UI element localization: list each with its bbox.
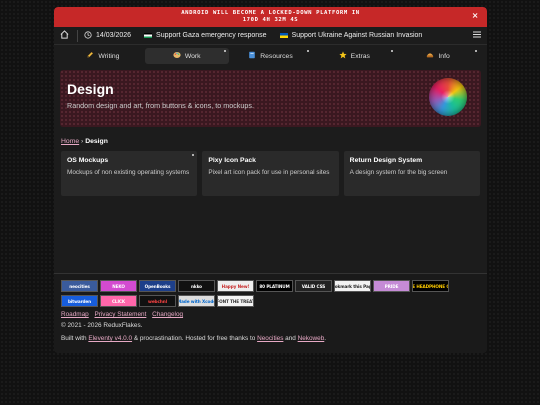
breadcrumb: Home › Design bbox=[61, 138, 487, 145]
main-nav: Writing Work Resources Extras Info bbox=[54, 45, 487, 67]
page-frame: ANDROID WILL BECOME A LOCKED-DOWN PLATFO… bbox=[54, 7, 487, 353]
tab-extras[interactable]: Extras bbox=[312, 48, 396, 64]
home-icon[interactable] bbox=[60, 30, 70, 41]
card-indicator-icon bbox=[192, 154, 195, 156]
star-icon bbox=[339, 51, 347, 61]
dropdown-indicator-icon bbox=[223, 50, 226, 52]
gaza-support-link[interactable]: Support Gaza emergency response bbox=[144, 32, 267, 39]
clock-icon bbox=[84, 30, 92, 41]
badge-button[interactable]: NEKO bbox=[100, 280, 137, 292]
divider bbox=[77, 29, 78, 42]
palette-icon bbox=[173, 51, 181, 61]
tab-writing[interactable]: Writing bbox=[61, 48, 145, 64]
badge-button[interactable]: OpenBooks bbox=[139, 280, 176, 292]
date-text: 14/03/2026 bbox=[96, 32, 132, 39]
badge-button[interactable]: BORN IN THE HEADPHONE GENERATION bbox=[412, 280, 449, 292]
copyright-text: © 2021 - 2026 ReduxFlakes. bbox=[61, 322, 143, 329]
badge-button[interactable]: Happy New! bbox=[217, 280, 254, 292]
ukraine-support-link[interactable]: Support Ukraine Against Russian Invasion bbox=[279, 32, 423, 39]
neocities-link[interactable]: Neocities bbox=[257, 335, 283, 342]
built-with-text: Built with Eleventy v4.0.0 & procrastina… bbox=[61, 335, 480, 342]
badge-button[interactable]: VALID CSS bbox=[295, 280, 332, 292]
badge-button[interactable]: nkko bbox=[178, 280, 215, 292]
roadmap-link[interactable]: Roadmap bbox=[61, 311, 89, 318]
badge-button[interactable]: 80 PLATINUM bbox=[256, 280, 293, 292]
badge-button[interactable]: PRIDE bbox=[373, 280, 410, 292]
breadcrumb-separator: › bbox=[81, 138, 84, 145]
tab-label: Work bbox=[184, 52, 201, 60]
tab-label: Info bbox=[438, 52, 450, 60]
color-wheel-icon bbox=[429, 78, 467, 116]
card-description: A design system for the big screen bbox=[349, 169, 448, 176]
tab-resources[interactable]: Resources bbox=[229, 48, 313, 64]
card-description: Mockups of non existing operating system… bbox=[67, 169, 190, 176]
badge-wall: neocities NEKO OpenBooks nkko Happy New! 80 P… bbox=[61, 280, 481, 307]
built-dot: . bbox=[324, 335, 327, 342]
info-icon bbox=[426, 51, 434, 61]
card-title: Pixy Icon Pack bbox=[208, 157, 256, 164]
top-bar: 14/03/2026 Support Gaza emergency respon… bbox=[54, 27, 487, 45]
countdown-alert-banner: ANDROID WILL BECOME A LOCKED-DOWN PLATFO… bbox=[54, 7, 487, 27]
card-description: Pixel art icon pack for use in personal … bbox=[208, 169, 330, 176]
ukraine-support-label: Support Ukraine Against Russian Invasion bbox=[291, 32, 423, 39]
badge-button[interactable]: neocities bbox=[61, 280, 98, 292]
card-title: OS Mockups bbox=[67, 157, 109, 164]
dropdown-indicator-icon bbox=[307, 50, 310, 52]
dropdown-indicator-icon bbox=[391, 50, 394, 52]
nekoweb-link[interactable]: Nekoweb bbox=[298, 335, 325, 342]
card-pixy-icon-pack[interactable]: Pixy Icon Pack Pixel art icon pack for u… bbox=[202, 151, 339, 196]
gaza-support-label: Support Gaza emergency response bbox=[156, 32, 267, 39]
badge-button[interactable]: webchnl bbox=[139, 295, 176, 307]
ukraine-flag-icon bbox=[279, 33, 288, 38]
badge-button[interactable]: bitwarden bbox=[61, 295, 98, 307]
project-cards: OS Mockups Mockups of non existing opera… bbox=[61, 151, 480, 196]
page-subtitle: Random design and art, from buttons & ic… bbox=[67, 101, 254, 110]
page-title: Design bbox=[67, 81, 114, 97]
card-os-mockups[interactable]: OS Mockups Mockups of non existing opera… bbox=[61, 151, 198, 196]
breadcrumb-home-link[interactable]: Home bbox=[61, 138, 79, 145]
badge-button[interactable]: Made with Xcode bbox=[178, 295, 215, 307]
changelog-link[interactable]: Changelog bbox=[152, 311, 183, 318]
menu-icon[interactable] bbox=[473, 31, 481, 40]
tab-label: Extras bbox=[350, 52, 370, 60]
built-prefix: Built with bbox=[61, 335, 89, 342]
book-icon bbox=[248, 51, 256, 61]
hero-banner: Design Random design and art, from butto… bbox=[60, 70, 481, 127]
alert-text-line1: ANDROID WILL BECOME A LOCKED-DOWN PLATFO… bbox=[181, 10, 360, 16]
badge-button[interactable]: CLICK bbox=[100, 295, 137, 307]
tab-work[interactable]: Work bbox=[144, 48, 229, 64]
pencil-icon bbox=[86, 51, 94, 61]
privacy-statement-link[interactable]: Privacy Statement bbox=[95, 311, 147, 318]
breadcrumb-current: Design bbox=[85, 138, 108, 145]
close-icon[interactable]: × bbox=[472, 12, 479, 20]
dropdown-indicator-icon bbox=[474, 50, 477, 52]
tab-info[interactable]: Info bbox=[396, 48, 480, 64]
tab-label: Writing bbox=[98, 52, 120, 60]
footer-links: Roadmap Privacy Statement Changelog bbox=[61, 311, 480, 318]
palestine-flag-icon bbox=[144, 33, 153, 38]
site-footer: neocities NEKO OpenBooks nkko Happy New! 80 P… bbox=[54, 273, 487, 353]
card-return-design-system[interactable]: Return Design System A design system for… bbox=[343, 151, 480, 196]
badge-button[interactable]: FONT THE TREAT bbox=[217, 295, 254, 307]
card-title: Return Design System bbox=[349, 157, 423, 164]
badge-button[interactable]: Bookmark this Page! bbox=[334, 280, 371, 292]
alert-text-line2: 170D 4H 32M 4S bbox=[242, 17, 299, 23]
built-and: and bbox=[283, 335, 298, 342]
date-display: 14/03/2026 bbox=[84, 30, 132, 41]
built-mid: & procrastination. Hosted for free thank… bbox=[132, 335, 258, 342]
eleventy-link[interactable]: Eleventy v4.0.0 bbox=[88, 335, 132, 342]
tab-label: Resources bbox=[260, 52, 293, 60]
